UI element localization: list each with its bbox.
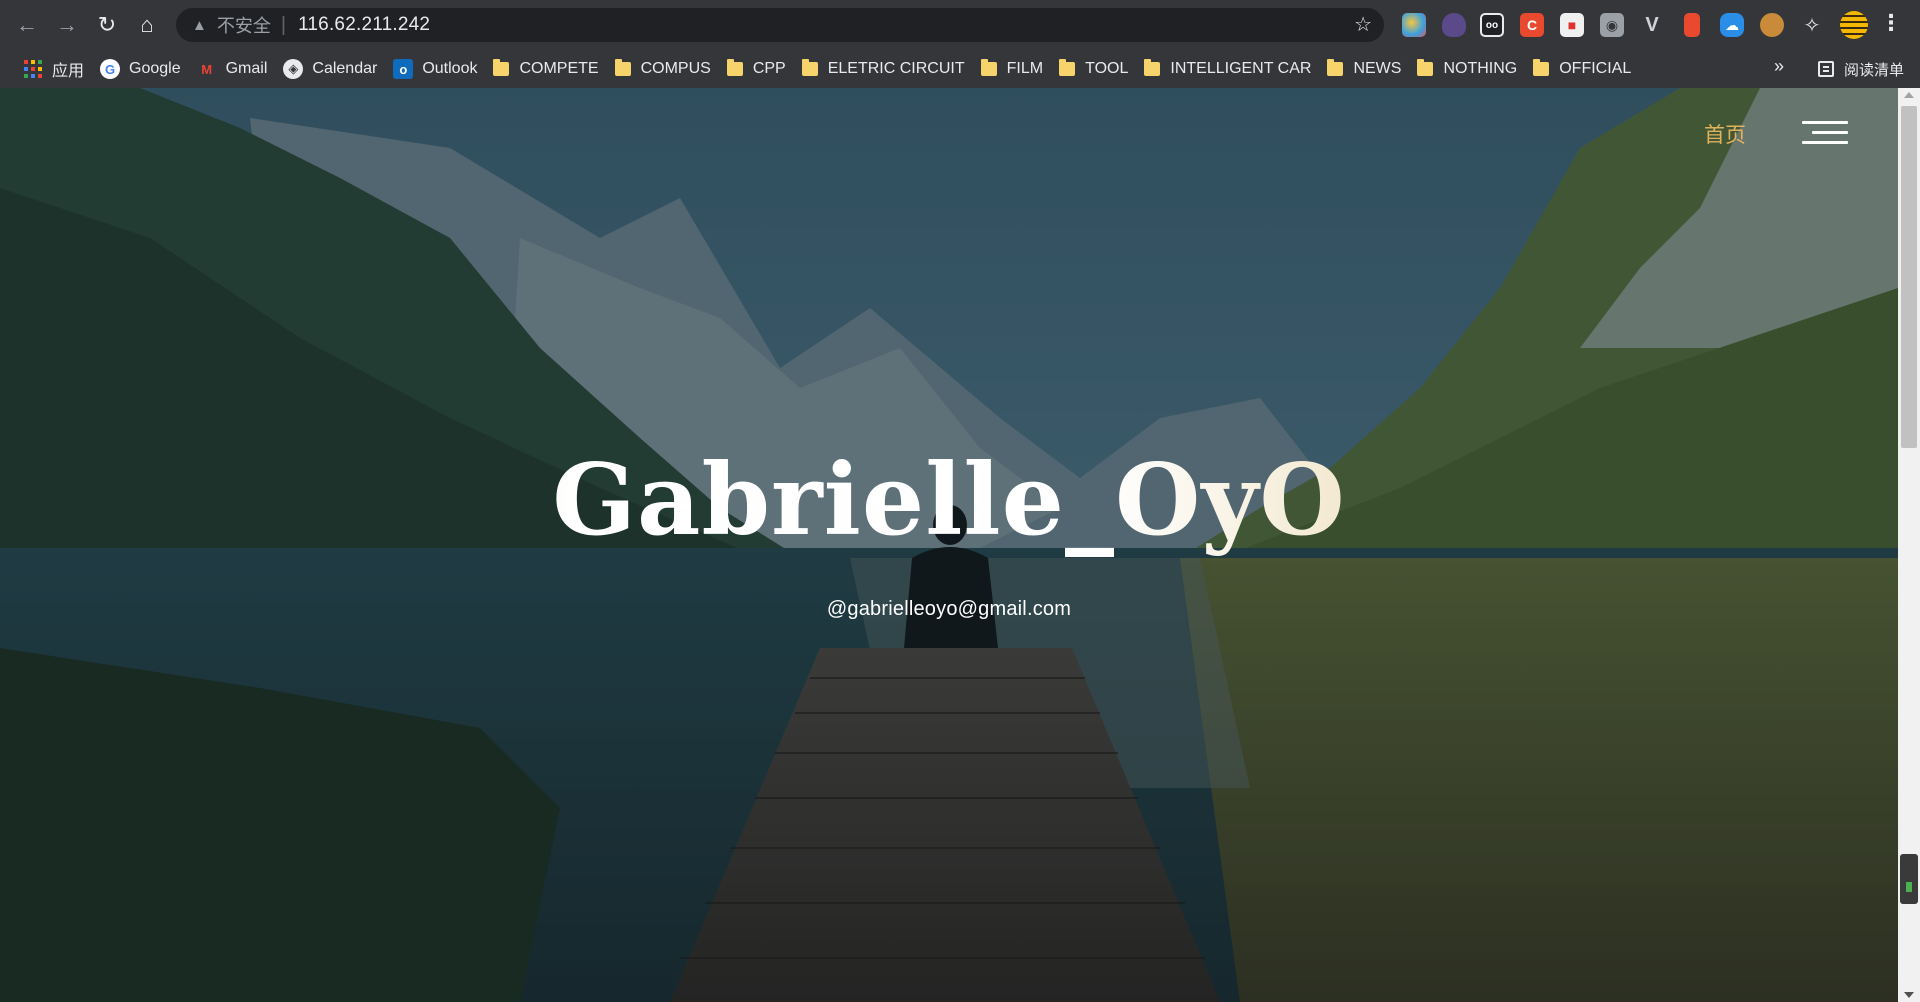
extension-pin-icon[interactable] [1684, 13, 1700, 37]
hero-email: @gabrielleoyo@gmail.com [826, 598, 1072, 620]
bookmark-folder-compus[interactable]: COMPUS [609, 55, 721, 83]
home-icon[interactable]: ⌂ [132, 10, 162, 40]
divider: | [280, 13, 287, 36]
reading-list-button[interactable]: 阅读清单 [1817, 50, 1904, 88]
scroll-up-icon[interactable] [1904, 92, 1914, 98]
bookmark-label: COMPETE [519, 60, 599, 77]
folder-icon [980, 59, 997, 76]
bookmark-label: Google [129, 60, 181, 77]
bookmark-folder-news[interactable]: NEWS [1321, 55, 1411, 83]
calendar-icon: ◈ [283, 59, 304, 79]
hero-title: Gabrielle_OyO [0, 443, 1898, 558]
folder-icon [801, 59, 818, 76]
side-widget[interactable] [1900, 854, 1918, 904]
bookmark-label: INTELLIGENT CAR [1170, 60, 1312, 77]
scrollbar-thumb[interactable] [1901, 106, 1917, 448]
bookmark-label: NOTHING [1443, 60, 1518, 77]
bookmark-folder-eletric-circuit[interactable]: ELETRIC CIRCUIT [796, 55, 975, 83]
bookmark-label: COMPUS [640, 60, 711, 77]
scroll-down-icon[interactable] [1904, 992, 1914, 998]
extension-camera-icon[interactable]: ◉ [1600, 13, 1624, 37]
extension-cookie-icon[interactable] [1760, 13, 1784, 37]
extension-color-ball-icon[interactable] [1402, 13, 1426, 37]
extension-fox-icon[interactable] [1442, 13, 1466, 37]
folder-icon [1327, 59, 1344, 76]
warning-icon[interactable]: ▲ [192, 17, 207, 34]
address-bar[interactable]: ▲ 不安全 | 116.62.211.242 ☆ [176, 8, 1384, 42]
folder-icon [614, 59, 631, 76]
bookmark-calendar[interactable]: ◈ Calendar [277, 55, 387, 83]
bookmark-label: Calendar [312, 60, 378, 77]
browser-toolbar: ← → ↻ ⌂ ▲ 不安全 | 116.62.211.242 ☆ oo C ■ … [0, 0, 1920, 50]
bookmark-folder-intelligent-car[interactable]: INTELLIGENT CAR [1138, 55, 1321, 83]
bookmark-folder-compete[interactable]: COMPETE [487, 55, 608, 83]
forward-icon[interactable]: → [52, 10, 82, 40]
bookmark-label: Gmail [225, 60, 268, 77]
hamburger-menu-icon[interactable] [1802, 121, 1848, 151]
url-text[interactable]: 116.62.211.242 [298, 14, 430, 36]
bookmark-folder-film[interactable]: FILM [975, 55, 1053, 83]
outlook-icon: o [393, 59, 414, 79]
reload-icon[interactable]: ↻ [92, 10, 122, 40]
reading-list-label: 阅读清单 [1843, 61, 1904, 79]
bookmark-label: TOOL [1085, 60, 1129, 77]
browser-menu-icon[interactable]: ⋮ [1880, 10, 1902, 36]
extension-glasses-icon[interactable]: oo [1480, 13, 1504, 37]
nav-home-link[interactable]: 首页 [1704, 119, 1746, 149]
folder-icon [1417, 59, 1434, 76]
folder-icon [1144, 59, 1161, 76]
more-bookmarks-button[interactable]: » [1774, 56, 1784, 77]
bookmark-star-icon[interactable]: ☆ [1354, 12, 1372, 37]
page-viewport: 首页 Gabrielle_OyO @gabrielleoyo@gmail.com [0, 88, 1898, 1002]
folder-icon [1533, 59, 1550, 76]
back-icon[interactable]: ← [12, 10, 42, 40]
extension-cloud-icon[interactable]: ☁ [1720, 13, 1744, 37]
bookmark-label: Outlook [422, 60, 478, 77]
folder-icon [493, 59, 510, 76]
folder-icon [726, 59, 743, 76]
bookmark-label: CPP [752, 60, 786, 77]
bookmarks-bar: 应用 G Google M Gmail ◈ Calendar o Outlook… [0, 50, 1920, 88]
bookmark-google[interactable]: G Google [94, 55, 191, 83]
bookmark-folder-tool[interactable]: TOOL [1053, 55, 1138, 83]
bookmark-apps[interactable]: 应用 [18, 55, 94, 83]
folder-icon [1059, 59, 1076, 76]
bookmark-label: OFFICIAL [1559, 60, 1632, 77]
bookmark-folder-nothing[interactable]: NOTHING [1411, 55, 1527, 83]
bookmark-label: ELETRIC CIRCUIT [827, 60, 965, 77]
bookmark-folder-cpp[interactable]: CPP [721, 55, 796, 83]
reading-list-icon [1817, 61, 1834, 77]
gmail-icon: M [201, 61, 213, 77]
bookmark-outlook[interactable]: o Outlook [387, 55, 487, 83]
extension-v-icon[interactable]: V [1640, 13, 1664, 37]
extensions-puzzle-icon[interactable]: ✧ [1800, 13, 1824, 37]
extension-c-icon[interactable]: C [1520, 13, 1544, 37]
apps-grid-icon [24, 60, 42, 78]
bookmark-folder-official[interactable]: OFFICIAL [1527, 55, 1641, 83]
bookmark-gmail[interactable]: M Gmail [191, 55, 278, 83]
google-icon: G [100, 59, 121, 79]
bookmark-label: 应用 [52, 63, 85, 80]
bookmark-label: FILM [1006, 60, 1044, 77]
security-label[interactable]: 不安全 [217, 12, 271, 38]
profile-avatar[interactable] [1840, 11, 1868, 39]
bookmark-label: NEWS [1353, 60, 1402, 77]
extension-red-app-icon[interactable]: ■ [1560, 13, 1584, 37]
